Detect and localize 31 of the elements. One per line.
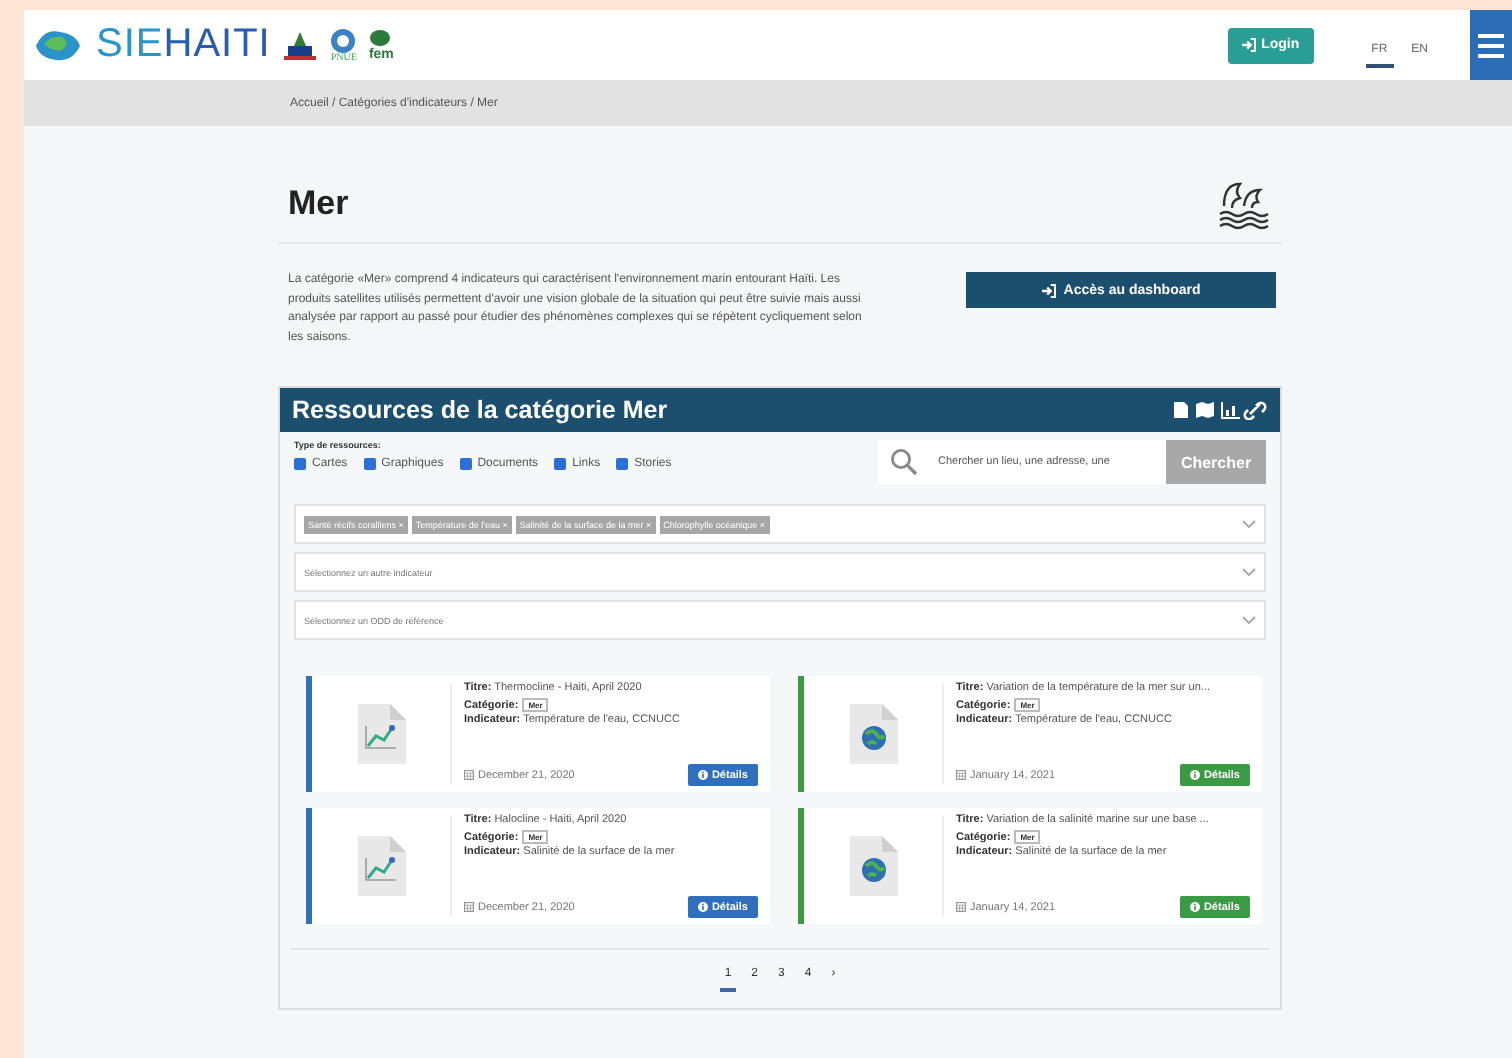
checkbox[interactable] xyxy=(554,458,567,470)
logo-text: SIEHAITI xyxy=(96,22,271,68)
checkbox[interactable] xyxy=(616,458,629,470)
logo-icon xyxy=(32,25,84,65)
calendar-icon xyxy=(956,902,966,912)
sign-in-icon xyxy=(1241,38,1256,52)
page-title: Mer xyxy=(288,184,349,224)
chevron-down-icon xyxy=(1242,520,1256,528)
chart-document-icon xyxy=(355,834,407,898)
waves-icon xyxy=(1216,178,1272,230)
checkbox[interactable] xyxy=(363,458,376,470)
globe-document-icon xyxy=(847,834,899,898)
info-icon xyxy=(1189,902,1200,912)
calendar-icon xyxy=(956,770,966,780)
panel-title: Ressources de la catégorie Mer xyxy=(292,396,668,424)
calendar-icon xyxy=(464,902,474,912)
info-icon xyxy=(697,770,708,780)
un-emblem-icon xyxy=(330,27,357,53)
checkbox[interactable] xyxy=(459,458,472,470)
chevron-down-icon xyxy=(1242,568,1256,576)
chart-document-icon xyxy=(355,702,407,766)
info-icon xyxy=(1189,770,1200,780)
calendar-icon xyxy=(464,770,474,780)
info-icon xyxy=(697,902,708,912)
menu-button[interactable] xyxy=(1470,10,1512,80)
search-icon xyxy=(890,448,918,476)
sign-in-icon xyxy=(1041,283,1056,297)
checkbox[interactable] xyxy=(294,458,306,470)
globe-document-icon xyxy=(847,702,899,766)
chevron-down-icon xyxy=(1242,616,1256,624)
resource-type-icons xyxy=(1172,400,1268,420)
